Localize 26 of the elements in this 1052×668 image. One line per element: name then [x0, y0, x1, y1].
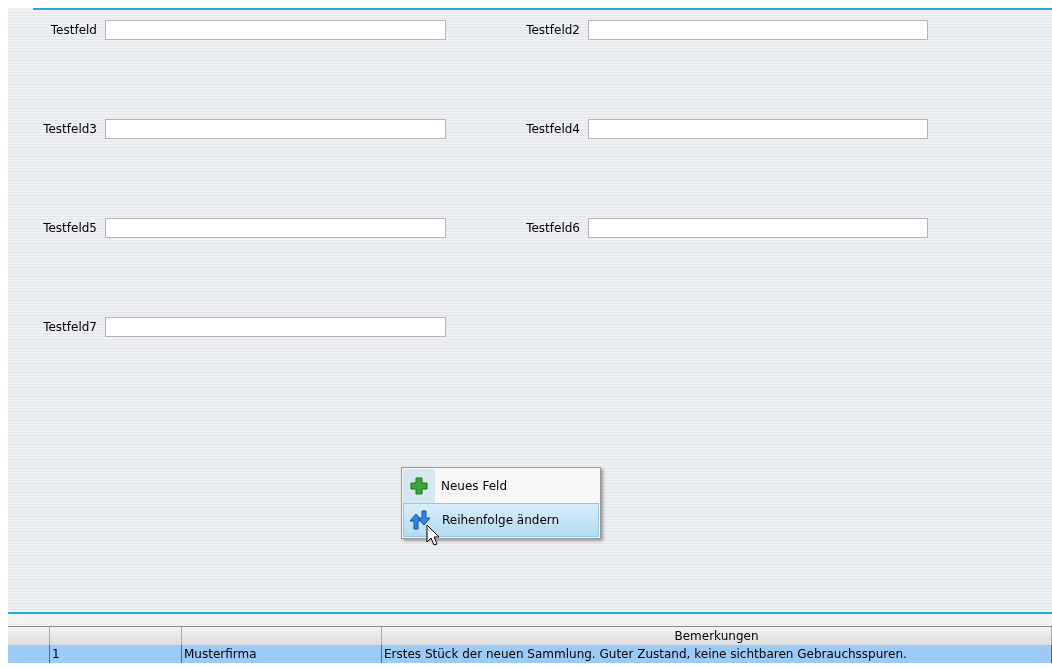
field-label: Testfeld7 [42, 320, 97, 334]
plus-icon [410, 477, 428, 495]
column-header[interactable]: Bemerkungen [382, 627, 1052, 645]
table-cell: 1 [50, 645, 182, 663]
field-label: Testfeld4 [525, 122, 580, 136]
input-field[interactable] [105, 20, 446, 40]
field-label: Testfeld [49, 23, 97, 37]
input-field[interactable] [105, 119, 446, 139]
table-row[interactable]: 1 Musterfirma Erstes Stück der neuen Sammlung. Guter Zustand, keine sichtbaren Gebrauchsspuren. [8, 645, 1052, 663]
column-header[interactable] [182, 627, 382, 645]
menu-item[interactable]: Reihenfolge ändern [403, 503, 599, 537]
input-field[interactable] [588, 218, 928, 238]
column-header[interactable] [50, 627, 182, 645]
field-label: Testfeld5 [42, 221, 97, 235]
table-cell: Erstes Stück der neuen Sammlung. Guter Zustand, keine sichtbaren Gebrauchsspuren. [382, 645, 1052, 663]
column-header[interactable] [8, 627, 50, 645]
field-label: Testfeld3 [42, 122, 97, 136]
field-label: Testfeld6 [525, 221, 580, 235]
up-down-arrows-icon [409, 510, 431, 530]
input-field[interactable] [105, 317, 446, 337]
input-field[interactable] [588, 20, 928, 40]
menu-item[interactable]: Neues Feld [403, 469, 599, 503]
table-cell: Musterfirma [182, 645, 382, 663]
input-field[interactable] [105, 218, 446, 238]
field-label: Testfeld2 [525, 23, 580, 37]
input-field[interactable] [588, 119, 928, 139]
